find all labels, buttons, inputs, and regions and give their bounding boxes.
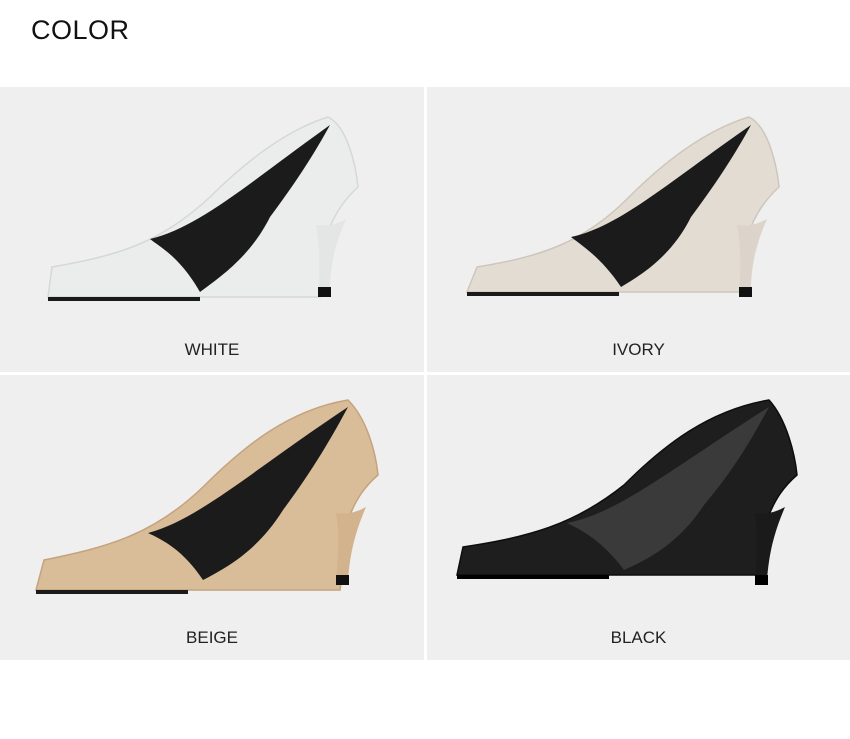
color-option-beige[interactable]: BEIGE: [0, 375, 424, 660]
color-option-ivory[interactable]: IVORY: [427, 87, 850, 372]
color-option-white[interactable]: WHITE: [0, 87, 424, 372]
color-label: WHITE: [184, 340, 240, 359]
shoe-image-black: [456, 399, 798, 585]
shoe-image-ivory: [465, 116, 780, 297]
color-label: BEIGE: [186, 628, 238, 647]
page-title: COLOR: [31, 15, 130, 45]
color-label: IVORY: [612, 340, 665, 359]
color-swatch-grid: WHITE IVORY BEIGE BLACK: [0, 87, 850, 660]
shoe-image-white: [47, 116, 359, 301]
shoe-image-beige: [35, 399, 379, 594]
color-option-black[interactable]: BLACK: [427, 375, 850, 660]
color-label: BLACK: [610, 628, 667, 647]
